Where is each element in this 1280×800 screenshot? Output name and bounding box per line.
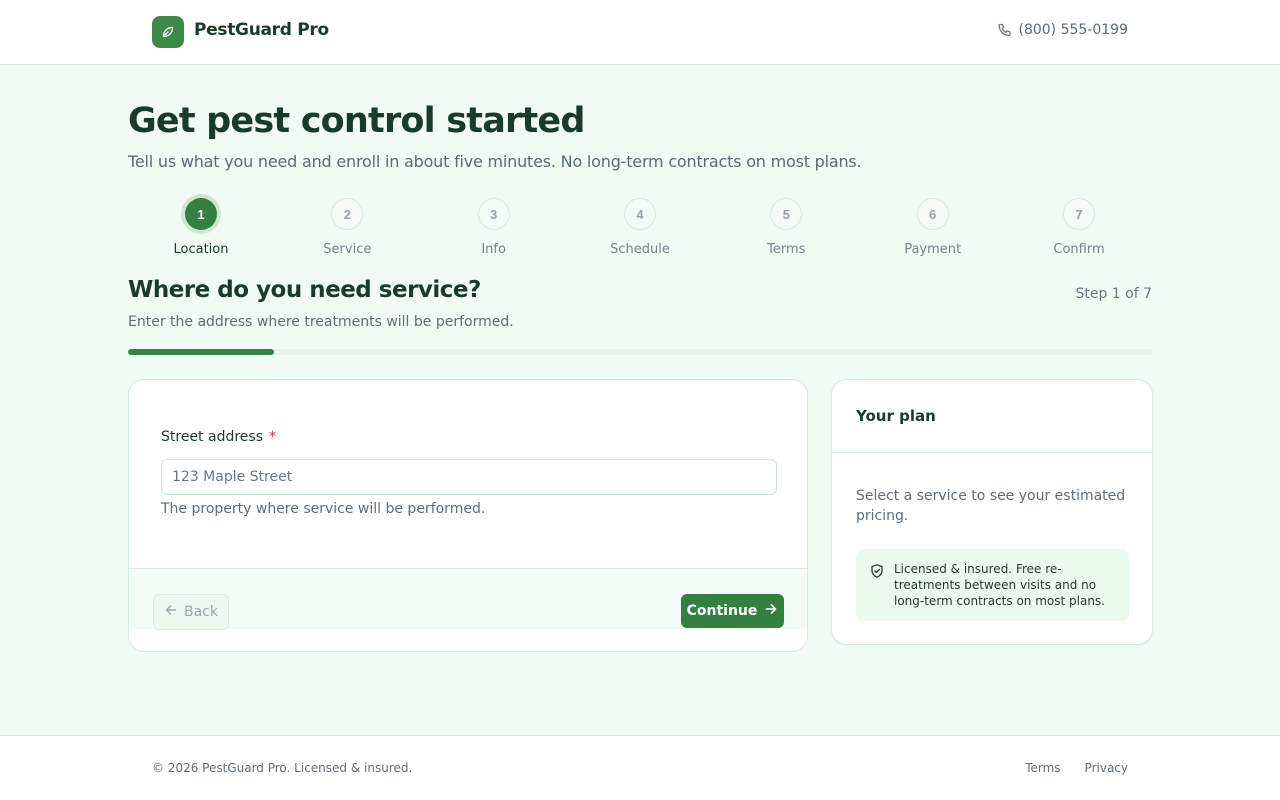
- progress-stepper: 1 Location 2 Service 3 Info 4 Schedule 5 Terms 6 Pa…: [128, 198, 1152, 262]
- step-info[interactable]: 3 Info: [434, 198, 554, 257]
- terms-link[interactable]: Terms: [1025, 761, 1060, 775]
- step-schedule[interactable]: 4 Schedule: [580, 198, 700, 257]
- privacy-link[interactable]: Privacy: [1085, 761, 1128, 775]
- progress-bar: [128, 349, 1152, 355]
- step-terms[interactable]: 5 Terms: [726, 198, 846, 257]
- street-address-help: The property where service will be perfo…: [161, 501, 486, 517]
- street-address-label: Street address *: [161, 429, 276, 445]
- copyright-text: © 2026 PestGuard Pro. Licensed & insured…: [152, 761, 413, 775]
- brand-name[interactable]: PestGuard Pro: [194, 20, 329, 40]
- arrow-left-icon: [164, 603, 178, 621]
- address-form-card: Street address * The property where servi…: [128, 379, 808, 652]
- footer-links: Terms Privacy: [1025, 761, 1128, 775]
- step-label: Payment: [904, 242, 962, 257]
- step-number: 6: [916, 198, 949, 230]
- continue-button-label: Continue: [686, 603, 758, 619]
- site-footer: © 2026 PestGuard Pro. Licensed & insured…: [0, 735, 1280, 800]
- step-service[interactable]: 2 Service: [287, 198, 407, 257]
- step-confirm[interactable]: 7 Confirm: [1019, 198, 1139, 257]
- page-subtitle: Tell us what you need and enroll in abou…: [128, 152, 862, 171]
- back-button[interactable]: Back: [153, 594, 229, 630]
- progress-bar-fill: [128, 349, 275, 355]
- step-number: 5: [770, 198, 803, 230]
- step-payment[interactable]: 6 Payment: [873, 198, 993, 257]
- step-number: 7: [1063, 198, 1095, 230]
- back-button-label: Back: [184, 604, 218, 620]
- plan-summary-card: Your plan Select a service to see your e…: [831, 379, 1153, 645]
- step-number: 3: [477, 198, 510, 230]
- step-label: Info: [481, 242, 506, 257]
- shield-check-icon: [869, 563, 885, 583]
- arrow-right-icon: [764, 602, 778, 620]
- street-address-input[interactable]: [161, 459, 777, 495]
- step-location[interactable]: 1 Location: [141, 198, 261, 257]
- phone-number: (800) 555-0199: [1018, 22, 1129, 38]
- required-indicator: *: [269, 429, 276, 445]
- insurance-notice-text: Licensed & insured. Free re-treatments b…: [894, 562, 1105, 608]
- step-counter: Step 1 of 7: [1075, 286, 1152, 302]
- step-label: Confirm: [1053, 242, 1105, 257]
- plan-description: Select a service to see your estimated p…: [856, 488, 1126, 524]
- step-number: 1: [185, 198, 217, 230]
- step-number: 2: [331, 198, 364, 230]
- step-number: 4: [624, 198, 656, 230]
- site-header: PestGuard Pro (800) 555-0199: [0, 0, 1280, 65]
- page-title: Get pest control started: [128, 101, 585, 141]
- plan-title: Your plan: [856, 407, 936, 425]
- leaf-icon[interactable]: [152, 16, 184, 48]
- step-label: Terms: [767, 242, 806, 257]
- insurance-notice: Licensed & insured. Free re-treatments b…: [856, 549, 1129, 621]
- street-address-label-text: Street address: [161, 429, 263, 445]
- section-subtitle: Enter the address where treatments will …: [128, 314, 514, 330]
- step-label: Schedule: [610, 242, 670, 257]
- plan-card-header: Your plan: [832, 380, 1152, 453]
- step-label: Service: [323, 242, 372, 257]
- section-title: Where do you need service?: [128, 277, 481, 303]
- continue-button[interactable]: Continue: [681, 594, 784, 628]
- step-label: Location: [173, 242, 229, 257]
- phone-link[interactable]: (800) 555-0199: [997, 22, 1129, 38]
- phone-icon: [997, 22, 1013, 38]
